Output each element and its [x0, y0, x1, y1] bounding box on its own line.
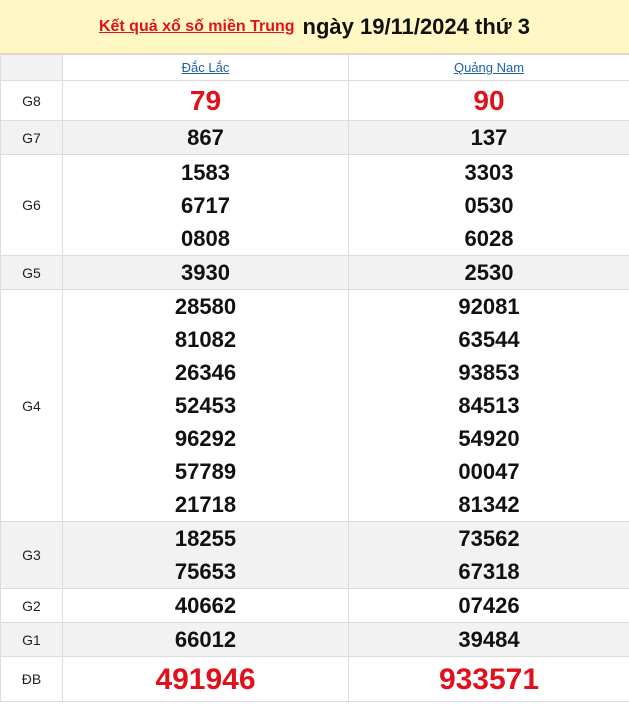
- result-number: 96292: [174, 426, 237, 451]
- result-number: 67318: [458, 559, 520, 584]
- prize-label: G6: [0, 154, 63, 256]
- result-cell: 28580 81082 26346 52453 96292 57789 2171…: [62, 289, 349, 522]
- result-number: 75653: [174, 559, 237, 584]
- prize-row-g8: G8 79 90: [0, 80, 629, 121]
- prize-row-g5: G5 3930 2530: [0, 255, 629, 290]
- prize-label: G5: [0, 255, 63, 290]
- result-cell: 66012: [62, 622, 349, 657]
- region-results-link[interactable]: Kết quả xổ số miền Trung: [99, 18, 295, 36]
- prize-label: G2: [0, 588, 63, 623]
- province-header: Quảng Nam: [348, 54, 629, 81]
- special-prize-number: 933571: [438, 662, 540, 696]
- result-number: 0530: [464, 192, 514, 218]
- result-number: 867: [187, 125, 224, 150]
- result-cell: 92081 63544 93853 84513 54920 00047 8134…: [348, 289, 629, 522]
- result-number: 18255: [174, 526, 237, 551]
- prize-label: ĐB: [0, 656, 63, 702]
- result-number: 26346: [174, 360, 237, 385]
- result-number: 66012: [174, 627, 237, 652]
- prize-row-g4: G4 28580 81082 26346 52453 96292 57789 2…: [0, 289, 629, 522]
- result-cell: 07426: [348, 588, 629, 623]
- prize-row-g7: G7 867 137: [0, 120, 629, 155]
- result-number: 73562: [458, 526, 520, 551]
- result-number: 63544: [458, 327, 520, 352]
- result-number: 1583: [181, 159, 230, 185]
- result-number: 54920: [458, 426, 520, 451]
- result-number: 28580: [174, 294, 237, 319]
- prize-row-g3: G3 18255 75653 73562 67318: [0, 521, 629, 589]
- result-cell: 79: [62, 80, 349, 121]
- prize-label: G8: [0, 80, 63, 121]
- result-number: 93853: [458, 360, 520, 385]
- result-cell: 1583 6717 0808: [62, 154, 349, 256]
- result-number: 07426: [458, 593, 520, 618]
- result-number: 79: [189, 85, 222, 116]
- result-cell: 18255 75653: [62, 521, 349, 589]
- province-header: Đắc Lắc: [62, 54, 349, 81]
- result-cell: 933571: [348, 656, 629, 702]
- result-number: 00047: [458, 459, 520, 484]
- prize-label: G3: [0, 521, 63, 589]
- province-link-quang-nam[interactable]: Quảng Nam: [454, 60, 524, 75]
- prize-row-g1: G1 66012 39484: [0, 622, 629, 657]
- prize-row-g2: G2 40662 07426: [0, 588, 629, 623]
- result-number: 3303: [464, 159, 514, 185]
- result-number: 39484: [458, 627, 520, 652]
- result-number: 81342: [458, 492, 520, 517]
- special-prize-number: 491946: [155, 662, 256, 696]
- prize-column-header: [0, 54, 63, 81]
- lottery-results-table: Đắc Lắc Quảng Nam G8 79 90 G7 867 137 G6…: [0, 54, 629, 702]
- prize-row-g6: G6 1583 6717 0808 3303 0530 6028: [0, 154, 629, 256]
- result-number: 137: [470, 125, 508, 150]
- province-header-row: Đắc Lắc Quảng Nam: [0, 54, 629, 81]
- result-number: 3930: [181, 260, 230, 285]
- prize-label: G7: [0, 120, 63, 155]
- result-number: 0808: [181, 225, 230, 251]
- result-number: 90: [473, 85, 505, 116]
- result-cell: 90: [348, 80, 629, 121]
- prize-label: G1: [0, 622, 63, 657]
- result-cell: 40662: [62, 588, 349, 623]
- result-number: 2530: [464, 260, 514, 285]
- result-cell: 3303 0530 6028: [348, 154, 629, 256]
- prize-label: G4: [0, 289, 63, 522]
- draw-date-title: ngày 19/11/2024 thứ 3: [302, 13, 531, 39]
- result-number: 6028: [464, 225, 514, 251]
- result-number: 52453: [174, 393, 237, 418]
- province-link-dac-lac[interactable]: Đắc Lắc: [182, 60, 230, 75]
- result-number: 81082: [174, 327, 237, 352]
- prize-row-special: ĐB 491946 933571: [0, 656, 629, 702]
- result-cell: 137: [348, 120, 629, 155]
- result-number: 40662: [174, 593, 237, 618]
- results-header: Kết quả xổ số miền Trung ngày 19/11/2024…: [0, 0, 629, 54]
- result-cell: 39484: [348, 622, 629, 657]
- result-number: 6717: [181, 192, 230, 218]
- result-cell: 73562 67318: [348, 521, 629, 589]
- result-cell: 2530: [348, 255, 629, 290]
- result-cell: 491946: [62, 656, 349, 702]
- result-number: 21718: [174, 492, 237, 517]
- result-cell: 867: [62, 120, 349, 155]
- result-number: 57789: [174, 459, 237, 484]
- result-cell: 3930: [62, 255, 349, 290]
- result-number: 92081: [458, 294, 520, 319]
- result-number: 84513: [458, 393, 520, 418]
